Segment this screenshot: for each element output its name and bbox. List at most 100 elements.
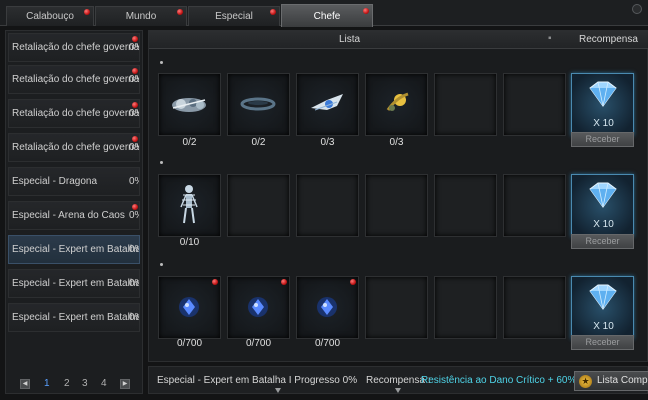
list-header: Lista ▪ Recompensa [149, 31, 648, 49]
tab-especial[interactable]: Especial [188, 6, 280, 26]
receive-button[interactable]: Receber [571, 132, 634, 147]
reward-slot[interactable]: X 10 [571, 174, 634, 237]
item-slot[interactable] [296, 73, 359, 136]
list-item-name: Especial - Expert em Batalha III [12, 312, 140, 323]
item-slot[interactable] [158, 73, 221, 136]
list-item-percent: 0% [129, 244, 139, 255]
receive-button[interactable]: Receber [571, 234, 634, 249]
empty-slot [227, 174, 290, 237]
empty-slot [503, 174, 566, 237]
marker-icon [395, 388, 401, 393]
progress-text: Especial - Expert em Batalha I Progresso… [157, 375, 358, 386]
list-item[interactable]: Retaliação do chefe governador I0% [8, 33, 140, 62]
list-item-name: Retaliação do chefe governador III [12, 108, 140, 119]
page-4[interactable]: 4 [101, 378, 107, 389]
empty-slot [503, 276, 566, 339]
empty-slot [434, 73, 497, 136]
item-slot[interactable] [296, 276, 359, 339]
alert-dot-icon [132, 102, 138, 108]
tab-calabouco[interactable]: Calabouço [6, 6, 94, 26]
item-slot[interactable] [365, 73, 428, 136]
close-icon[interactable] [632, 4, 642, 14]
tab-chefe[interactable]: Chefe [281, 4, 373, 27]
reward-slot[interactable]: X 10 [571, 73, 634, 136]
item-count: 0/700 [314, 338, 341, 349]
empty-slot [365, 276, 428, 339]
item-slot[interactable] [158, 276, 221, 339]
row-bullet [160, 61, 163, 64]
item-count: 0/700 [245, 338, 272, 349]
item-slot[interactable] [158, 174, 221, 237]
list-item[interactable]: Especial - Expert em Batalha III0% [8, 303, 140, 332]
alert-dot-icon [350, 279, 356, 285]
pagination: ◀ 1 2 3 4 ▶ [20, 378, 135, 392]
alert-dot-icon [177, 9, 183, 15]
reward-slot[interactable]: X 10 [571, 276, 634, 339]
item-count: 0/2 [182, 137, 197, 148]
list-item-percent: 0% [129, 176, 139, 187]
list-item[interactable]: Especial - Arena do Caos0% [8, 201, 140, 230]
page-1[interactable]: 1 [44, 378, 50, 389]
alert-dot-icon [132, 36, 138, 42]
item-count: 0/3 [389, 137, 404, 148]
tab-label: Especial [215, 11, 253, 22]
reward-header-label: Recompensa [579, 34, 638, 45]
list-item[interactable]: Retaliação do chefe governador IV0% [8, 133, 140, 162]
item-count: 0/10 [179, 237, 200, 248]
prev-page-icon[interactable]: ◀ [20, 379, 30, 389]
empty-slot [503, 73, 566, 136]
alert-dot-icon [132, 204, 138, 210]
item-count: 0/700 [176, 338, 203, 349]
list-item-percent: 0% [129, 312, 139, 323]
item-slot[interactable] [227, 276, 290, 339]
boss-window: Calabouço Mundo Especial Chefe Retaliaçã… [0, 0, 648, 400]
empty-slot [365, 174, 428, 237]
blue-crystal-icon [179, 297, 199, 317]
golden-orb-icon [386, 92, 409, 111]
page-3[interactable]: 3 [82, 378, 88, 389]
skeleton-figure-icon [180, 185, 198, 224]
empty-slot [296, 174, 359, 237]
list-item-name: Retaliação do chefe governador II [12, 74, 140, 85]
tab-label: Mundo [125, 11, 157, 22]
star-icon: ★ [579, 375, 592, 388]
alert-dot-icon [132, 68, 138, 74]
receive-button[interactable]: Receber [571, 335, 634, 350]
list-item-name: Especial - Arena do Caos [12, 210, 125, 221]
list-item[interactable]: Retaliação do chefe governador III0% [8, 99, 140, 128]
list-item[interactable]: Especial - Dragona 0% [8, 167, 140, 196]
list-item-name: Especial - Dragona [12, 176, 98, 187]
list-item[interactable]: Especial - Expert em Batalha II0% [8, 269, 140, 298]
tab-label: Calabouço [26, 11, 74, 22]
header-separator: ▪ [548, 33, 552, 44]
item-slot[interactable] [227, 73, 290, 136]
reward-quantity: X 10 [593, 118, 614, 129]
alert-dot-icon [363, 8, 369, 14]
objective-panel: Lista ▪ Recompensa 0/2 0/2 0/3 0/3 X 10 … [148, 30, 648, 362]
blue-crystal-icon [248, 297, 268, 317]
complete-list-button[interactable]: ★ Lista Completa [574, 371, 648, 391]
page-2[interactable]: 2 [64, 378, 70, 389]
alert-dot-icon [84, 9, 90, 15]
alert-dot-icon [281, 279, 287, 285]
list-item[interactable]: Retaliação do chefe governador II0% [8, 65, 140, 94]
tab-label: Chefe [313, 11, 341, 22]
list-item-percent: 0% [129, 278, 139, 289]
tab-mundo[interactable]: Mundo [95, 6, 187, 26]
list-item-selected[interactable]: Especial - Expert em Batalha I0% [8, 235, 140, 264]
tab-bar: Calabouço Mundo Especial Chefe [0, 0, 648, 27]
status-bar: Especial - Expert em Batalha I Progresso… [148, 366, 648, 394]
reward-quantity: X 10 [593, 219, 614, 230]
alert-dot-icon [270, 9, 276, 15]
list-item-name: Especial - Expert em Batalha I [12, 244, 140, 255]
alert-dot-icon [212, 279, 218, 285]
diamond-icon [589, 284, 617, 310]
list-header-label: Lista [339, 34, 361, 45]
list-item-name: Especial - Expert em Batalha II [12, 278, 140, 289]
list-item-name: Retaliação do chefe governador IV [12, 142, 140, 153]
silver-ornament-icon [172, 98, 206, 112]
row-bullet [160, 263, 163, 266]
marker-icon [275, 388, 281, 393]
next-page-icon[interactable]: ▶ [120, 379, 130, 389]
blue-crystal-icon [317, 297, 337, 317]
